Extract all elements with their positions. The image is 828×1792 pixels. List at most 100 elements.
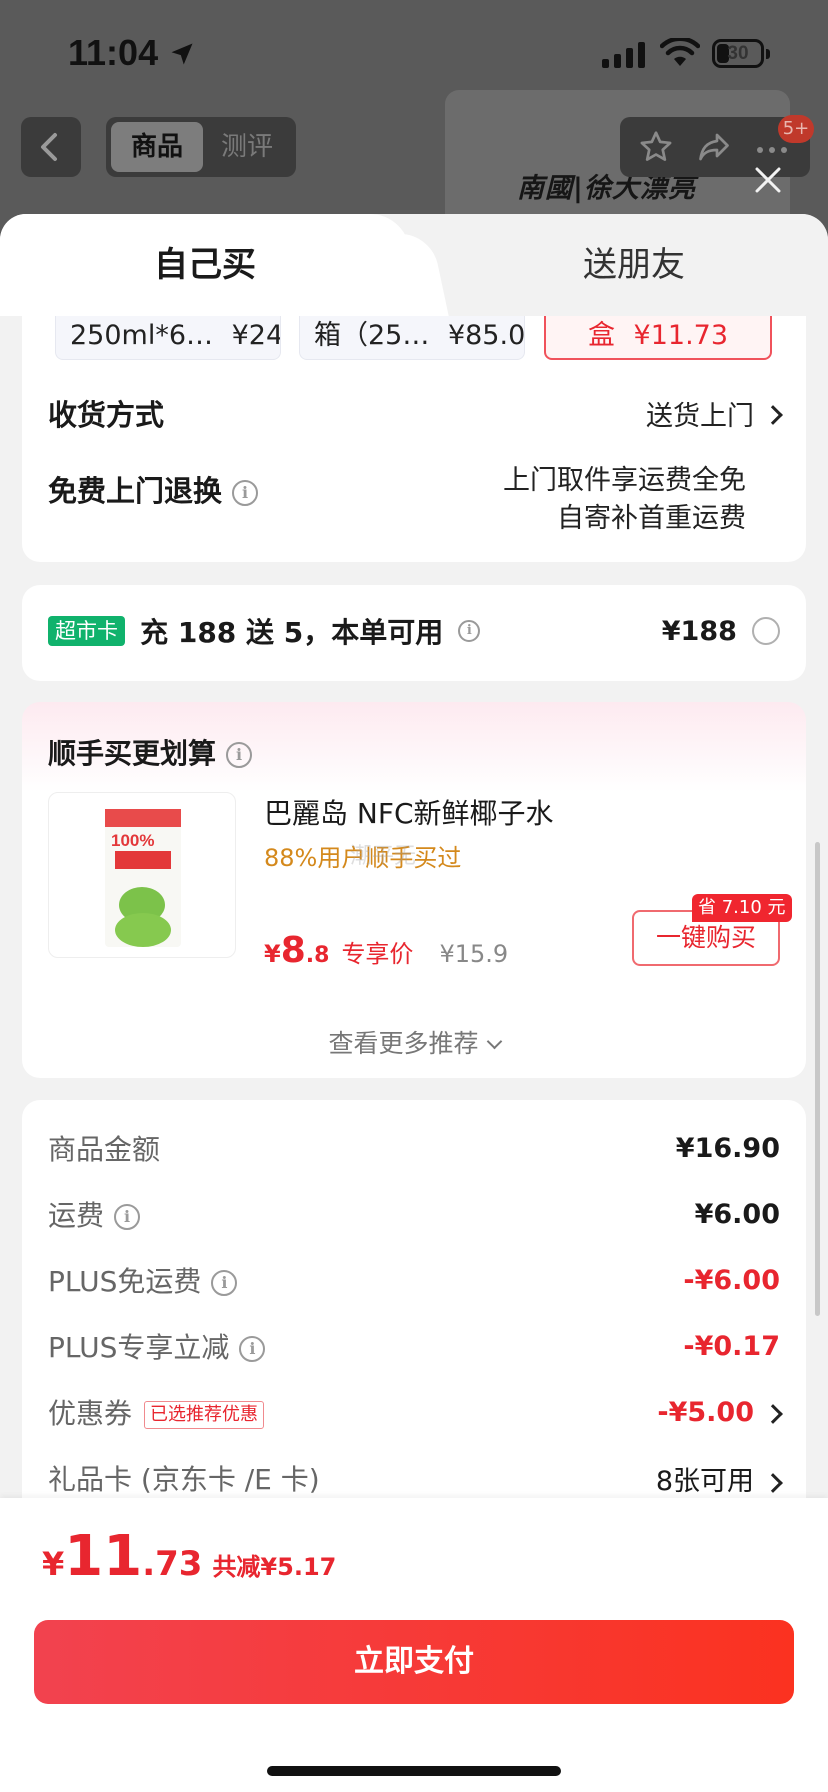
total-price: ¥11.73 共减¥5.17: [42, 1524, 336, 1589]
summary-row-goods: 商品金额 ¥16.90: [48, 1128, 780, 1168]
spec-option-3-selected[interactable]: 盒 ¥11.73: [544, 316, 772, 360]
status-time: 11:04: [68, 32, 159, 73]
supermarket-radio[interactable]: [752, 617, 780, 645]
delivery-value: 送货上门: [646, 394, 783, 433]
product-thumbnail[interactable]: 100%: [48, 792, 236, 958]
summary-label-wrap: PLUS专享立减 i: [48, 1326, 266, 1366]
supermarket-text: 充 188 送 5，本单可用: [140, 616, 444, 649]
summary-label: 优惠券: [48, 1397, 133, 1430]
notification-badge: 5+: [778, 115, 814, 143]
summary-label: PLUS免运费: [48, 1265, 202, 1298]
summary-value-wrap: 8张可用: [655, 1459, 783, 1498]
spec-price: ¥24.6: [231, 320, 280, 351]
returns-policy: 上门取件享运费全免 自寄补首重运费: [503, 462, 746, 538]
total-integer: 11: [64, 1524, 143, 1589]
info-icon[interactable]: i: [211, 1270, 238, 1296]
delivery-method-row[interactable]: 收货方式 送货上门: [48, 392, 783, 434]
purchase-mode-tabs: 自己买 送朋友: [0, 214, 828, 316]
info-icon[interactable]: i: [226, 742, 253, 768]
tab-send-to-friend[interactable]: 送朋友: [440, 214, 828, 316]
delivery-value-text: 送货上门: [646, 400, 754, 432]
summary-row-coupon[interactable]: 优惠券 已选推荐优惠 -¥5.00: [48, 1392, 783, 1432]
addon-product-name[interactable]: 巴麗岛 NFC新鲜椰子水: [264, 792, 554, 832]
delivery-label: 收货方式: [48, 398, 165, 432]
summary-row-plus-discount: PLUS专享立减 i -¥0.17: [48, 1326, 780, 1366]
summary-label: 运费: [48, 1199, 105, 1232]
home-indicator: [267, 1766, 561, 1776]
summary-value: 8张可用: [655, 1465, 754, 1497]
spec-name: 盒: [587, 320, 615, 351]
checkout-bar: ¥11.73 共减¥5.17 立即支付: [0, 1498, 828, 1792]
summary-value: -¥0.17: [683, 1330, 780, 1362]
more-icon[interactable]: [754, 141, 790, 160]
summary-label: 商品金额: [48, 1133, 161, 1166]
summary-row-gift-card[interactable]: 礼品卡 (京东卡 /E 卡) 8张可用: [48, 1458, 783, 1498]
total-decimal: .73: [142, 1544, 203, 1584]
returns-line-2: 自寄补首重运费: [557, 503, 746, 534]
supermarket-price: ¥188: [661, 615, 737, 647]
savings-badge: 省 7.10 元: [692, 894, 792, 922]
supermarket-tag: 超市卡: [48, 616, 125, 646]
pay-now-button[interactable]: 立即支付: [34, 1620, 794, 1704]
price-tag: 专享价: [341, 940, 414, 968]
returns-label: 免费上门退换 i: [48, 468, 259, 510]
cellular-signal-icon: [602, 40, 645, 68]
supermarket-right: ¥188: [662, 616, 780, 647]
close-icon[interactable]: [752, 164, 784, 196]
price-integer: 8: [280, 930, 306, 971]
summary-label-wrap: 优惠券 已选推荐优惠: [48, 1392, 265, 1432]
info-icon[interactable]: i: [232, 480, 259, 506]
summary-value: -¥6.00: [683, 1264, 780, 1296]
spec-name: 箱（25…: [314, 320, 430, 351]
summary-value: ¥16.90: [675, 1132, 780, 1164]
info-icon[interactable]: i: [239, 1336, 266, 1362]
see-more-label: 查看更多推荐: [328, 1029, 479, 1058]
order-options-card: 250ml*6… ¥24.6 箱（25… ¥85.04 盒 ¥11.73 收货方…: [22, 316, 806, 562]
scrollbar[interactable]: [815, 842, 820, 1316]
spec-name: 250ml*6…: [70, 320, 214, 351]
spec-option-1[interactable]: 250ml*6… ¥24.6: [55, 316, 281, 360]
supermarket-card-offer[interactable]: 超市卡 充 188 送 5，本单可用 i ¥188: [22, 585, 806, 681]
info-icon[interactable]: i: [458, 620, 481, 642]
coupon-tag: 已选推荐优惠: [144, 1401, 265, 1429]
price-symbol: ¥: [264, 940, 281, 968]
summary-label-wrap: 运费 i: [48, 1194, 141, 1234]
see-more-recommendations[interactable]: 查看更多推荐: [22, 1024, 806, 1060]
wifi-icon: [660, 38, 700, 66]
tab-product[interactable]: 商品: [111, 122, 203, 172]
info-icon[interactable]: i: [114, 1204, 141, 1230]
back-button[interactable]: [21, 117, 81, 177]
chevron-left-icon: [41, 133, 57, 161]
supermarket-left: 超市卡 充 188 送 5，本单可用 i: [48, 611, 481, 651]
summary-label: PLUS专享立减: [48, 1331, 230, 1364]
tab-buy-for-self[interactable]: 自己买: [0, 214, 410, 316]
returns-label-text: 免费上门退换: [48, 474, 223, 508]
summary-value-wrap: -¥5.00: [657, 1397, 783, 1428]
summary-value: ¥6.00: [694, 1198, 780, 1230]
tab-review[interactable]: 测评: [203, 122, 291, 172]
summary-label: 礼品卡 (京东卡 /E 卡): [48, 1463, 320, 1496]
original-price: ¥15.9: [439, 940, 509, 968]
coconut-water-carton-image: 100%: [105, 809, 181, 947]
total-discount: 共减¥5.17: [212, 1553, 337, 1581]
price-decimal: .8: [305, 943, 330, 968]
spec-price: ¥11.73: [633, 320, 729, 351]
battery-level: 30: [727, 43, 749, 64]
free-returns-row: 免费上门退换 i 上门取件享运费全免 自寄补首重运费: [48, 462, 780, 538]
spec-option-2[interactable]: 箱（25… ¥85.04: [299, 316, 525, 360]
summary-label-wrap: PLUS免运费 i: [48, 1260, 238, 1300]
combo-title-text: 顺手买更划算: [48, 737, 217, 770]
share-icon[interactable]: [696, 129, 732, 169]
spec-price: ¥85.04: [447, 320, 525, 351]
summary-row-shipping: 运费 i ¥6.00: [48, 1194, 780, 1234]
watermark: 潮平无: [350, 844, 417, 869]
chevron-right-icon: [763, 405, 783, 425]
chevron-right-icon: [763, 1473, 783, 1493]
product-review-switch: 商品 测评: [106, 117, 296, 177]
add-on-recommendation-card: 顺手买更划算 i 100% 巴麗岛 NFC新鲜椰子水 88%用户顺手买过 ¥8.8…: [22, 702, 806, 1078]
tab-buy-for-self-label: 自己买: [154, 245, 256, 285]
carton-label: 100%: [111, 831, 155, 850]
supermarket-row: 超市卡 充 188 送 5，本单可用 i ¥188: [48, 611, 780, 651]
star-icon[interactable]: [638, 129, 674, 169]
location-arrow-icon: [171, 43, 193, 65]
